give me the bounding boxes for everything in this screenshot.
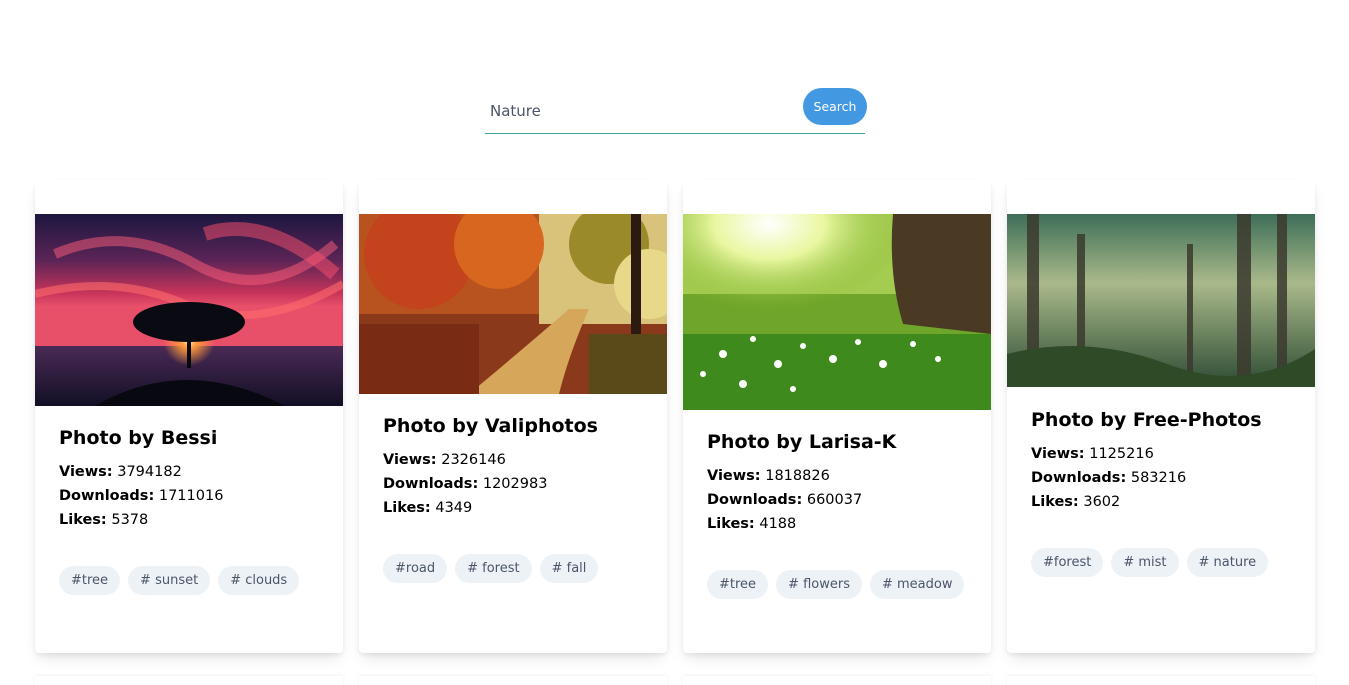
- views-stat: Views: 3794182: [59, 464, 182, 480]
- image-card: [35, 676, 343, 685]
- tag: # mist: [1111, 548, 1179, 577]
- image-card: [1007, 676, 1315, 685]
- views-stat: Views: 1818826: [707, 468, 830, 484]
- tag: # nature: [1186, 548, 1269, 577]
- image-card: Photo by Bessi Views: 3794182 Downloads:…: [35, 180, 343, 653]
- tag: # clouds: [218, 566, 300, 595]
- image-card: [683, 676, 991, 685]
- card-body: Photo by Free-Photos Views: 1125216 Down…: [1031, 408, 1291, 577]
- photo-misty-forest[interactable]: [1007, 214, 1315, 387]
- search-form: Search: [485, 82, 867, 134]
- card-title: Photo by Valiphotos: [383, 415, 598, 437]
- photo-tree-sunset[interactable]: [35, 214, 343, 406]
- photo-meadow-flowers[interactable]: [683, 214, 991, 410]
- tag-list: #road # forest # fall: [383, 554, 643, 583]
- likes-stat: Likes: 4349: [383, 500, 473, 516]
- tag: #tree: [707, 570, 769, 599]
- tag-list: #forest # mist # nature: [1031, 548, 1291, 577]
- tag: #forest: [1031, 548, 1104, 577]
- image-card: [359, 676, 667, 685]
- downloads-stat: Downloads: 1711016: [59, 488, 224, 504]
- tag: # sunset: [128, 566, 211, 595]
- tag-list: #tree # sunset # clouds: [59, 566, 319, 595]
- downloads-stat: Downloads: 583216: [1031, 470, 1187, 486]
- likes-stat: Likes: 5378: [59, 512, 149, 528]
- views-stat: Views: 2326146: [383, 452, 506, 468]
- tag: # flowers: [776, 570, 862, 599]
- tag: #tree: [59, 566, 121, 595]
- downloads-stat: Downloads: 660037: [707, 492, 863, 508]
- image-card: Photo by Larisa-K Views: 1818826 Downloa…: [683, 180, 991, 653]
- search-button[interactable]: Search: [803, 88, 867, 125]
- likes-stat: Likes: 3602: [1031, 494, 1121, 510]
- photo-autumn-road[interactable]: [359, 214, 667, 394]
- card-title: Photo by Free-Photos: [1031, 409, 1262, 431]
- card-title: Photo by Larisa-K: [707, 431, 897, 453]
- tag-list: #tree # flowers # meadow: [707, 570, 967, 599]
- views-stat: Views: 1125216: [1031, 446, 1154, 462]
- tag: # meadow: [869, 570, 965, 599]
- card-body: Photo by Larisa-K Views: 1818826 Downloa…: [707, 430, 967, 599]
- card-body: Photo by Bessi Views: 3794182 Downloads:…: [59, 426, 319, 595]
- downloads-stat: Downloads: 1202983: [383, 476, 548, 492]
- tag: # fall: [539, 554, 599, 583]
- image-card: Photo by Free-Photos Views: 1125216 Down…: [1007, 180, 1315, 653]
- card-title: Photo by Bessi: [59, 427, 218, 449]
- image-card: Photo by Valiphotos Views: 2326146 Downl…: [359, 180, 667, 653]
- tag: #road: [383, 554, 448, 583]
- tag: # forest: [455, 554, 532, 583]
- card-body: Photo by Valiphotos Views: 2326146 Downl…: [383, 414, 643, 583]
- likes-stat: Likes: 4188: [707, 516, 797, 532]
